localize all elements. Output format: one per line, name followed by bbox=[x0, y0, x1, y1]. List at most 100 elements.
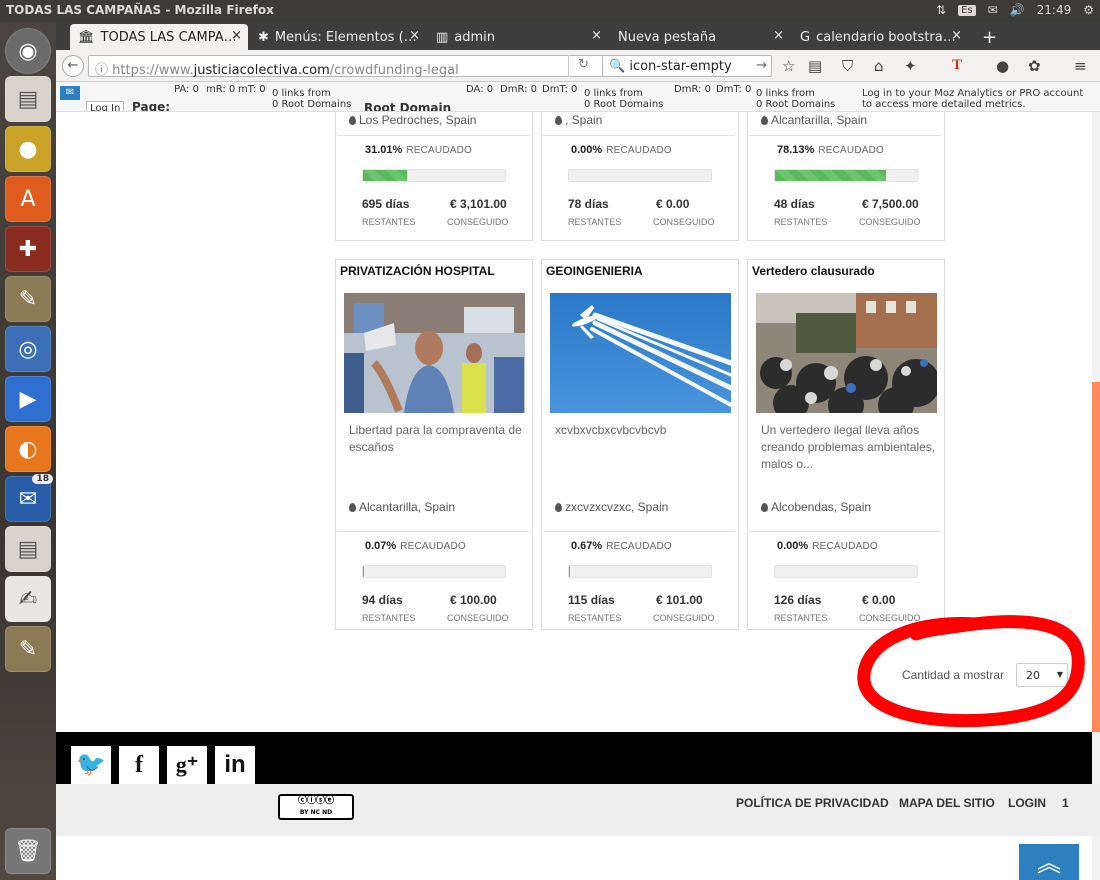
tab-strip: 🏛 TODAS LAS CAMPA… × ✱ Menús: Elementos … bbox=[56, 22, 1100, 50]
campaign-image-protest[interactable] bbox=[344, 293, 525, 413]
achieved-label: CONSEGUIDO bbox=[447, 217, 509, 227]
raised-percent: 0.67% RECAUDADO bbox=[571, 540, 672, 552]
clock[interactable]: 21:49 bbox=[1037, 3, 1072, 17]
campaign-title[interactable]: Vertedero clausurado bbox=[752, 264, 875, 278]
extension-k-icon[interactable]: ● bbox=[996, 57, 1009, 75]
gimp-icon[interactable]: ✎ bbox=[5, 276, 51, 322]
chromium-icon[interactable]: ◎ bbox=[5, 326, 51, 372]
location-text: Los Pedroches, Spain bbox=[359, 113, 477, 127]
tab-admin[interactable]: ▥ admin × bbox=[428, 24, 608, 50]
home-icon[interactable]: ⌂ bbox=[874, 57, 884, 75]
firefox-icon[interactable]: ◐ bbox=[5, 426, 51, 472]
settings-gear-icon[interactable]: ⚙ bbox=[1083, 3, 1094, 17]
remaining-label: RESTANTES bbox=[568, 217, 622, 227]
campaign-card[interactable]: PRIVATIZACIÓN HOSPITAL Libertad para la … bbox=[335, 259, 533, 630]
url-bar[interactable]: ⓘ https://www.justiciacolectiva.com/crow… bbox=[88, 55, 618, 78]
unread-badge: 18 bbox=[32, 474, 53, 484]
translate-icon[interactable]: T bbox=[952, 57, 962, 74]
campaign-card[interactable]: GEOINGENIERIA xcvbxvcbxcvbcvbcvb zxcvzxc… bbox=[541, 259, 739, 630]
campaign-title[interactable]: GEOINGENIERIA bbox=[546, 264, 643, 278]
keyboard-layout[interactable]: Es bbox=[958, 4, 976, 16]
moz-logo-icon[interactable]: ✉ bbox=[60, 86, 80, 100]
tab-menus[interactable]: ✱ Menús: Elementos (… × bbox=[250, 24, 426, 50]
map-pin-icon bbox=[555, 503, 562, 512]
bookmark-star-icon[interactable]: ☆ bbox=[782, 57, 795, 75]
info-icon[interactable]: ⓘ bbox=[95, 63, 108, 78]
raised-label: RECAUDADO bbox=[818, 145, 885, 156]
campaign-card[interactable]: , Spain 0.00% RECAUDADO 78 días RESTANTES… bbox=[541, 112, 739, 241]
tab-favicon-icon: ▥ bbox=[436, 29, 449, 45]
amount-achieved: € 100.00 bbox=[450, 593, 497, 607]
achieved-label: CONSEGUIDO bbox=[653, 217, 715, 227]
login-link[interactable]: LOGIN bbox=[1008, 796, 1046, 810]
creative-commons-icon[interactable]: ⓒⓘⓢⓔ BY NC ND bbox=[278, 794, 354, 820]
trash-icon[interactable]: 🗑 bbox=[5, 828, 51, 874]
scroll-to-top-button[interactable]: ︽ bbox=[1019, 844, 1079, 880]
campaign-title[interactable]: PRIVATIZACIÓN HOSPITAL bbox=[340, 264, 495, 278]
media-player-icon[interactable]: ▶ bbox=[5, 376, 51, 422]
close-tab-icon[interactable]: × bbox=[409, 28, 420, 43]
menu-icon[interactable]: ≡ bbox=[1074, 57, 1087, 75]
divider bbox=[543, 531, 735, 532]
tab-nueva[interactable]: Nueva pestaña × bbox=[610, 24, 790, 50]
campaign-image-contrails[interactable] bbox=[550, 293, 731, 413]
close-tab-icon[interactable]: × bbox=[591, 28, 602, 43]
network-icon[interactable]: ⇅ bbox=[936, 3, 946, 17]
campaign-image-landfill[interactable] bbox=[756, 293, 937, 413]
page-scrollbar[interactable] bbox=[1092, 112, 1100, 880]
search-input[interactable]: 🔍 icon-star-empty → bbox=[602, 55, 772, 77]
tab-todas-campanas[interactable]: 🏛 TODAS LAS CAMPA… × bbox=[70, 24, 248, 50]
facebook-icon[interactable]: f bbox=[119, 746, 159, 784]
moz-pro-message[interactable]: Log in to your Moz Analytics or PRO acco… bbox=[862, 88, 1083, 99]
files-icon[interactable]: ▤ bbox=[5, 76, 51, 122]
close-tab-icon[interactable]: × bbox=[773, 28, 784, 43]
close-tab-icon[interactable]: × bbox=[951, 28, 962, 43]
reload-icon[interactable]: ↻ bbox=[568, 55, 598, 77]
thunderbird-icon[interactable]: ✉ 18 bbox=[5, 474, 53, 522]
ubuntu-dash-icon[interactable]: ◉ bbox=[5, 28, 51, 74]
raised-label: RECAUDADO bbox=[400, 541, 466, 552]
close-tab-icon[interactable]: × bbox=[231, 28, 242, 43]
system-settings-icon[interactable]: ✚ bbox=[5, 226, 51, 272]
items-per-page-select[interactable]: 20 ▼ bbox=[1016, 663, 1068, 687]
raised-percent: 0.00% RECAUDADO bbox=[571, 144, 672, 156]
campaign-card[interactable]: Los Pedroches, Spain 31.01% RECAUDADO 695… bbox=[335, 112, 533, 241]
campaign-card[interactable]: Alcantarilla, Spain 78.13% RECAUDADO 48 d… bbox=[747, 112, 945, 241]
campaign-location: , Spain bbox=[555, 113, 602, 127]
mail-icon[interactable]: ✉ bbox=[988, 3, 998, 17]
reading-list-icon[interactable]: ▤ bbox=[808, 57, 822, 75]
text-editor-icon[interactable]: ✍ bbox=[5, 576, 51, 622]
divider bbox=[337, 531, 529, 532]
moz-dmt: DmT: 0 bbox=[542, 84, 578, 95]
moz-root-domains: 0 Root Domains bbox=[584, 99, 664, 110]
twitter-icon[interactable]: 🐦 bbox=[71, 746, 111, 784]
googleplus-icon[interactable]: g⁺ bbox=[167, 746, 207, 784]
search-go-icon[interactable]: → bbox=[756, 58, 767, 73]
extension-icon[interactable]: ✿ bbox=[1028, 57, 1041, 75]
tab-label: TODAS LAS CAMPA… bbox=[100, 29, 237, 45]
chrome-icon[interactable]: ● bbox=[5, 126, 51, 172]
search-value: icon-star-empty bbox=[629, 59, 732, 74]
raised-label: RECAUDADO bbox=[606, 145, 672, 156]
privacy-policy-link[interactable]: POLÍTICA DE PRIVACIDAD bbox=[736, 796, 889, 810]
scrollbar-thumb[interactable] bbox=[1092, 382, 1100, 732]
amount-achieved: € 0.00 bbox=[862, 593, 896, 607]
percent-value: 0.07% bbox=[365, 540, 397, 552]
gimp-icon-2[interactable]: ✎ bbox=[5, 626, 51, 672]
volume-icon[interactable]: 🔊 bbox=[1010, 3, 1025, 17]
moz-login-button[interactable]: Log In bbox=[86, 101, 125, 111]
system-tray: ⇅ Es ✉ 🔊 21:49 ⚙ bbox=[936, 3, 1094, 17]
campaign-card[interactable]: Vertedero clausurado Un vertedero ilegal… bbox=[747, 259, 945, 630]
moz-links-from: 0 links from bbox=[584, 88, 643, 99]
percent-value: 0.67% bbox=[571, 540, 603, 552]
progress-fill bbox=[569, 566, 570, 577]
linkedin-icon[interactable]: in bbox=[215, 746, 255, 784]
tab-calendario[interactable]: G calendario bootstra… × bbox=[792, 24, 968, 50]
pocket-icon[interactable]: ⛉ bbox=[842, 57, 853, 75]
files-icon-2[interactable]: ▤ bbox=[5, 526, 51, 572]
new-tab-button[interactable]: + bbox=[974, 24, 998, 50]
back-button[interactable]: ← bbox=[62, 55, 84, 77]
sitemap-link[interactable]: MAPA DEL SITIO bbox=[899, 796, 995, 810]
moz-icon[interactable]: ✦ bbox=[904, 57, 917, 75]
software-center-icon[interactable]: A bbox=[5, 176, 51, 222]
